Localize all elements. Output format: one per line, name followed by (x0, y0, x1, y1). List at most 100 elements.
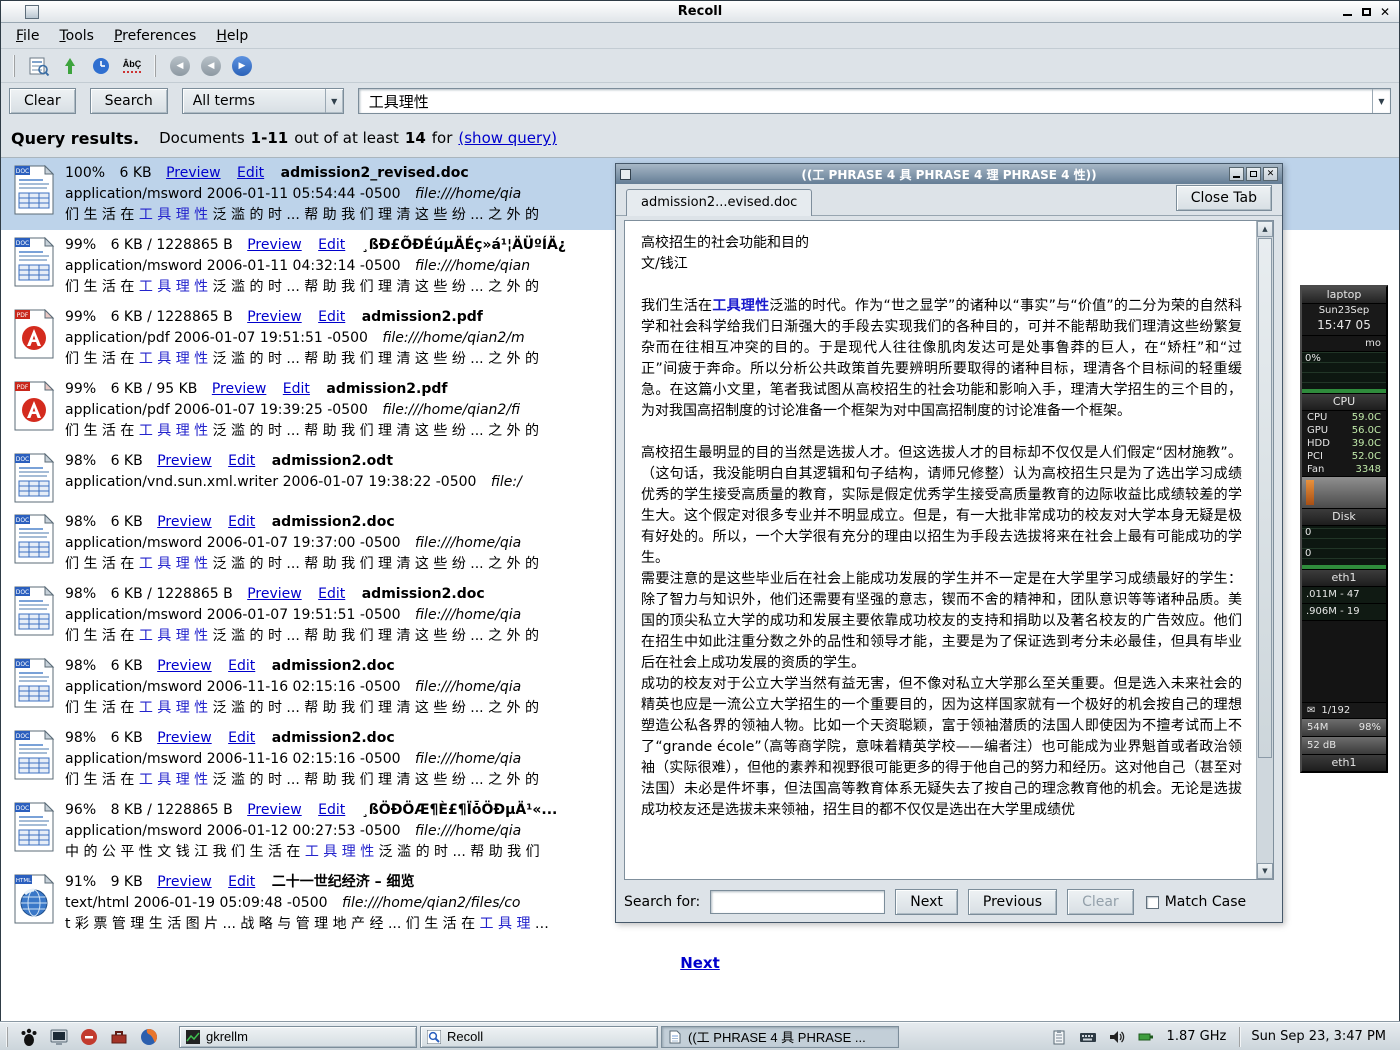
result-edit-link[interactable]: Edit (228, 658, 255, 674)
main-titlebar[interactable]: Recoll ✕ (1, 1, 1399, 23)
term-explorer-button[interactable]: ÂbÇ (119, 53, 145, 79)
result-preview-link[interactable]: Preview (157, 658, 212, 674)
menu-help[interactable]: Help (207, 25, 257, 47)
find-previous-button[interactable]: Previous (968, 889, 1057, 915)
scroll-down-icon[interactable]: ▼ (1257, 863, 1273, 879)
result-url: file:///home/qia (415, 823, 521, 839)
result-preview-link[interactable]: Preview (212, 381, 267, 397)
pdf-file-icon: PDF (13, 309, 55, 359)
preview-maximize-icon[interactable] (1246, 167, 1261, 181)
toolbar-grip-2[interactable] (154, 55, 158, 77)
result-preview-link[interactable]: Preview (247, 586, 302, 602)
result-preview-link[interactable]: Preview (157, 514, 212, 530)
search-input[interactable]: 工具理性 (359, 91, 1372, 112)
keyboard-layout-tray-icon[interactable] (1076, 1025, 1100, 1049)
result-edit-link[interactable]: Edit (318, 309, 345, 325)
clipboard-tray-icon[interactable] (1047, 1025, 1071, 1049)
next-page-button[interactable]: ▶ (229, 53, 255, 79)
result-edit-link[interactable]: Edit (228, 453, 255, 469)
result-preview-link[interactable]: Preview (247, 309, 302, 325)
result-edit-link[interactable]: Edit (283, 381, 310, 397)
result-relevance: 96% (65, 802, 96, 818)
taskbar-button-preview[interactable]: ((工 PHRASE 4 具 PHRASE ... (661, 1026, 899, 1048)
toolbox-launcher-icon[interactable] (107, 1025, 131, 1049)
search-button[interactable]: Search (90, 88, 168, 114)
preview-document-text[interactable]: 高校招生的社会功能和目的 文/钱江 我们生活在工具理性泛滥的时代。作为“世之显学… (625, 221, 1252, 879)
history-button[interactable] (88, 53, 114, 79)
result-relevance: 98% (65, 586, 96, 602)
gkrellm-volume-bar[interactable]: 52 dB (1302, 736, 1386, 754)
temp-row: PCI52.0C (1302, 450, 1386, 463)
result-preview-link[interactable]: Preview (247, 237, 302, 253)
result-edit-link[interactable]: Edit (318, 802, 345, 818)
taskbar-button-gkrellm[interactable]: gkrellm (179, 1026, 417, 1048)
menu-file[interactable]: File (7, 25, 48, 47)
result-relevance: 91% (65, 874, 96, 890)
taskbar-button-recoll[interactable]: Recoll (420, 1026, 658, 1048)
close-tab-button[interactable]: Close Tab (1176, 185, 1272, 211)
terminal-launcher-icon[interactable] (47, 1025, 71, 1049)
taskbar-clock: Sun Sep 23, 3:47 PM (1251, 1029, 1394, 1044)
next-page-icon: ▶ (232, 56, 252, 76)
find-input[interactable] (710, 890, 885, 914)
preview-tab[interactable]: admission2...evised.doc (626, 189, 812, 216)
clear-button[interactable]: Clear (9, 88, 76, 114)
result-preview-link[interactable]: Preview (247, 802, 302, 818)
firefox-launcher-icon[interactable] (137, 1025, 161, 1049)
result-edit-link[interactable]: Edit (318, 237, 345, 253)
search-bar: Clear Search All terms ▼ 工具理性 ▼ (1, 83, 1399, 119)
maximize-icon[interactable] (1358, 4, 1374, 19)
gkrellm-monitor: laptop Sun23Sep 15:47 05 mo 0% CPU CPU59… (1300, 285, 1388, 773)
sort-button[interactable] (57, 53, 83, 79)
result-preview-link[interactable]: Preview (157, 874, 212, 890)
menu-preferences[interactable]: Preferences (105, 25, 205, 47)
find-next-button[interactable]: Next (895, 889, 958, 915)
result-edit-link[interactable]: Edit (228, 874, 255, 890)
prev-page-button[interactable]: ◀ (198, 53, 224, 79)
show-query-link[interactable]: (show query) (458, 129, 557, 147)
result-edit-link[interactable]: Edit (228, 730, 255, 746)
scrollbar-thumb[interactable] (1258, 238, 1272, 758)
scroll-up-icon[interactable]: ▲ (1257, 221, 1273, 237)
toolbar-grip[interactable] (13, 55, 17, 77)
minimize-icon[interactable] (1339, 4, 1355, 19)
result-edit-link[interactable]: Edit (237, 165, 264, 181)
result-preview-link[interactable]: Preview (157, 453, 212, 469)
matched-term: 工 具 理 性 (139, 772, 208, 788)
result-relevance: 98% (65, 453, 96, 469)
search-mode-select[interactable]: All terms ▼ (182, 88, 344, 114)
results-table-button[interactable] (26, 53, 52, 79)
query-combo[interactable]: 工具理性 ▼ (358, 88, 1391, 114)
result-preview-link[interactable]: Preview (166, 165, 221, 181)
match-case-checkbox[interactable] (1146, 896, 1159, 909)
result-size: 6 KB (111, 453, 143, 469)
menu-tools[interactable]: Tools (50, 25, 103, 47)
first-page-button[interactable]: ◀ (167, 53, 193, 79)
result-filetype: DOC PDF (9, 728, 65, 791)
result-preview-link[interactable]: Preview (157, 730, 212, 746)
preview-minimize-icon[interactable] (1229, 167, 1244, 181)
power-plug-icon[interactable] (1134, 1025, 1158, 1049)
result-edit-link[interactable]: Edit (318, 586, 345, 602)
gkrellm-krell-meter[interactable] (1302, 477, 1386, 509)
result-filetype: DOC PDF (9, 512, 65, 575)
result-url: file:///home/qia (415, 751, 521, 767)
result-mime-and-date: application/msword 2006-11-16 02:15:16 -… (65, 751, 401, 767)
chevron-down-icon[interactable]: ▼ (325, 89, 343, 113)
svg-text:DOC: DOC (16, 168, 30, 175)
preview-scrollbar[interactable]: ▲ ▼ (1256, 221, 1273, 879)
doc-paragraph-1: 我们生活在工具理性泛滥的时代。作为“世之显学”的诸种以“事实”与“价值”的二分为… (641, 296, 1242, 422)
result-title: admission2_revised.doc (281, 165, 469, 181)
query-history-dropdown-icon[interactable]: ▼ (1372, 89, 1390, 113)
result-edit-link[interactable]: Edit (228, 514, 255, 530)
taskbar-grip[interactable] (6, 1027, 11, 1047)
preview-close-icon[interactable]: ✕ (1263, 167, 1278, 181)
close-icon[interactable]: ✕ (1377, 4, 1393, 19)
preview-titlebar[interactable]: ((工 PHRASE 4 具 PHRASE 4 理 PHRASE 4 性)) ✕ (616, 164, 1282, 184)
matched-term: 工 具 理 性 (139, 556, 208, 572)
speaker-icon[interactable] (1105, 1025, 1129, 1049)
red-app-launcher-icon[interactable] (77, 1025, 101, 1049)
footprint-launcher-icon[interactable] (17, 1025, 41, 1049)
find-clear-button[interactable]: Clear (1067, 889, 1134, 915)
next-results-link[interactable]: Next (680, 954, 720, 972)
